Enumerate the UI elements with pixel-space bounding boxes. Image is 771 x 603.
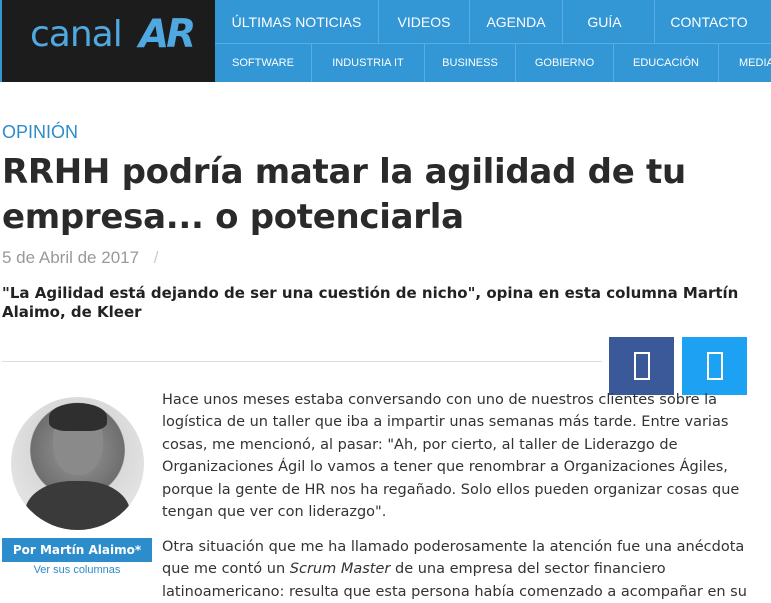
date-separator: /	[153, 248, 159, 267]
author-name-button[interactable]: Por Martín Alaimo*	[2, 538, 152, 562]
subnav-label: MEDIA	[739, 57, 771, 69]
author-columns-link[interactable]: Ver sus columnas	[2, 564, 152, 576]
nav-label: GUÍA	[587, 13, 622, 30]
subnav-item-industria-it[interactable]: INDUSTRIA IT	[312, 44, 425, 82]
article-subtitle: "La Agilidad está dejando de ser una cue…	[2, 284, 739, 321]
avatar-hair	[49, 403, 107, 431]
nav-item-agenda[interactable]: AGENDA	[470, 0, 563, 43]
article-paragraph: Otra situación que me ha llamado poderos…	[162, 536, 762, 603]
author-avatar	[11, 397, 144, 530]
divider	[2, 361, 602, 362]
subnav-label: BUSINESS	[442, 57, 498, 69]
subnav-item-educacion[interactable]: EDUCACIÓN	[614, 44, 719, 82]
logo-text-canal: canal	[30, 14, 123, 55]
facebook-icon	[633, 352, 650, 380]
twitter-icon	[706, 352, 723, 380]
site-logo[interactable]: canal AR	[2, 0, 215, 82]
nav-item-contacto[interactable]: CONTACTO	[655, 0, 771, 43]
nav-label: CONTACTO	[670, 13, 748, 30]
article-category[interactable]: OPINIÓN	[2, 122, 78, 143]
article-date: 5 de Abril de 2017 /	[2, 248, 159, 268]
avatar-shoulders	[25, 481, 130, 530]
paragraph-emphasis: Scrum Master	[289, 561, 391, 578]
subnav-label: INDUSTRIA IT	[332, 57, 404, 69]
article-paragraph: Hace unos meses estaba conversando con u…	[162, 392, 740, 521]
subnav-label: SOFTWARE	[232, 57, 294, 69]
subnav-item-software[interactable]: SOFTWARE	[215, 44, 312, 82]
nav-item-ultimas-noticias[interactable]: ÚLTIMAS NOTICIAS	[215, 0, 379, 43]
subnav-item-gobierno[interactable]: GOBIERNO	[516, 44, 614, 82]
nav-label: VIDEOS	[397, 13, 451, 30]
nav-item-guia[interactable]: GUÍA	[563, 0, 655, 43]
facebook-share-button[interactable]	[609, 337, 674, 395]
nav-label: AGENDA	[486, 13, 546, 30]
subnav-label: GOBIERNO	[534, 57, 595, 69]
main-nav: ÚLTIMAS NOTICIAS VIDEOS AGENDA GUÍA CONT…	[215, 0, 771, 43]
logo-text-ar: AR	[139, 12, 196, 57]
subnav-item-business[interactable]: BUSINESS	[425, 44, 516, 82]
sub-nav: SOFTWARE INDUSTRIA IT BUSINESS GOBIERNO …	[215, 43, 771, 82]
twitter-share-button[interactable]	[682, 337, 747, 395]
nav-label: ÚLTIMAS NOTICIAS	[231, 13, 362, 30]
subnav-item-media[interactable]: MEDIA	[719, 44, 771, 82]
nav-item-videos[interactable]: VIDEOS	[379, 0, 470, 43]
article-title: RRHH podría matar la agilidad de tu empr…	[2, 150, 762, 240]
title-line-2: empresa... o potenciarla	[2, 197, 464, 237]
site-header: canal AR ÚLTIMAS NOTICIAS VIDEOS AGENDA …	[0, 0, 771, 82]
date-text: 5 de Abril de 2017	[2, 248, 140, 267]
title-line-1: RRHH podría matar la agilidad de tu	[2, 152, 686, 192]
subnav-label: EDUCACIÓN	[632, 57, 699, 69]
